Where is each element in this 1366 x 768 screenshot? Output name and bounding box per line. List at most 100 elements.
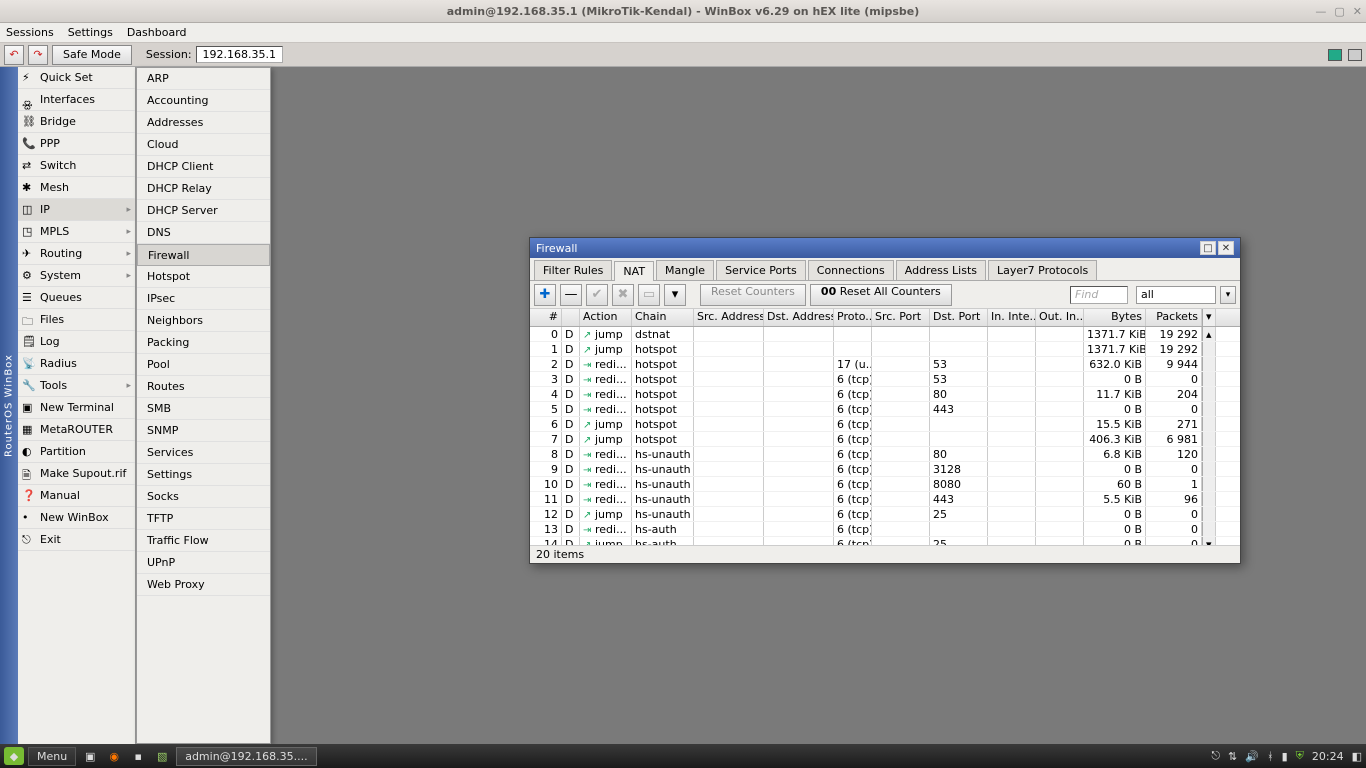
column-header[interactable]: Dst. Port [930,309,988,326]
submenu-item-upnp[interactable]: UPnP [137,552,270,574]
tab-service-ports[interactable]: Service Ports [716,260,806,280]
tab-layer7-protocols[interactable]: Layer7 Protocols [988,260,1097,280]
column-header[interactable]: # [530,309,562,326]
sidebar-item-exit[interactable]: ⎋Exit [18,529,135,551]
column-header[interactable]: Chain [632,309,694,326]
submenu-item-dhcp-server[interactable]: DHCP Server [137,200,270,222]
volume-icon[interactable]: 🔊 [1245,750,1259,763]
table-row[interactable]: 3D⇥redi...hotspot6 (tcp)530 B0 [530,372,1240,387]
column-header[interactable]: Src. Address [694,309,764,326]
submenu-item-accounting[interactable]: Accounting [137,90,270,112]
submenu-item-routes[interactable]: Routes [137,376,270,398]
submenu-item-packing[interactable]: Packing [137,332,270,354]
tab-mangle[interactable]: Mangle [656,260,714,280]
tab-nat[interactable]: NAT [614,261,654,281]
sidebar-item-manual[interactable]: ❓Manual [18,485,135,507]
sidebar-item-ip[interactable]: ◫IP▸ [18,199,135,221]
table-row[interactable]: 1D↗jumphotspot1371.7 KiB19 292 [530,342,1240,357]
child-close-icon[interactable]: ✕ [1218,241,1234,255]
network-icon[interactable]: ⇅ [1228,750,1237,763]
tab-connections[interactable]: Connections [808,260,894,280]
filter-button[interactable]: ▾ [664,284,686,306]
submenu-item-smb[interactable]: SMB [137,398,270,420]
column-header[interactable]: Proto.. [834,309,872,326]
sidebar-item-new-winbox[interactable]: •New WinBox [18,507,135,529]
column-header[interactable]: Src. Port [872,309,930,326]
tray-icon[interactable]: ⎋ [1211,749,1220,763]
column-header[interactable]: In. Inte.. [988,309,1036,326]
sidebar-item-mpls[interactable]: ◳MPLS▸ [18,221,135,243]
submenu-item-settings[interactable]: Settings [137,464,270,486]
table-row[interactable]: 12D↗jumphs-unauth6 (tcp)250 B0 [530,507,1240,522]
files-icon[interactable]: ▧ [152,747,172,765]
sidebar-item-partition[interactable]: ◐Partition [18,441,135,463]
sidebar-item-quick-set[interactable]: ⚡Quick Set [18,67,135,89]
firefox-icon[interactable]: ◉ [104,747,124,765]
column-header[interactable]: Out. In.. [1036,309,1084,326]
filter-combo[interactable]: all [1136,286,1216,304]
submenu-item-socks[interactable]: Socks [137,486,270,508]
menu-sessions[interactable]: Sessions [6,26,54,39]
table-row[interactable]: 9D⇥redi...hs-unauth6 (tcp)31280 B0 [530,462,1240,477]
child-maximize-icon[interactable]: □ [1200,241,1216,255]
table-row[interactable]: 13D⇥redi...hs-auth6 (tcp)0 B0 [530,522,1240,537]
sidebar-item-ppp[interactable]: 📞PPP [18,133,135,155]
sidebar-item-make-supout-rif[interactable]: 🗎Make Supout.rif [18,463,135,485]
table-row[interactable]: 4D⇥redi...hotspot6 (tcp)8011.7 KiB204 [530,387,1240,402]
disable-button[interactable]: ✖ [612,284,634,306]
enable-button[interactable]: ✔ [586,284,608,306]
sidebar-item-mesh[interactable]: ✱Mesh [18,177,135,199]
table-row[interactable]: 7D↗jumphotspot6 (tcp)406.3 KiB6 981 [530,432,1240,447]
scroll-down-icon[interactable]: ▾ [1202,537,1216,545]
sidebar-item-bridge[interactable]: ⛓Bridge [18,111,135,133]
table-row[interactable]: 8D⇥redi...hs-unauth6 (tcp)806.8 KiB120 [530,447,1240,462]
taskbar-task[interactable]: admin@192.168.35.... [176,747,316,766]
redo-button[interactable]: ↷ [28,45,48,65]
tab-address-lists[interactable]: Address Lists [896,260,986,280]
sidebar-item-routing[interactable]: ✈Routing▸ [18,243,135,265]
reset-all-counters-button[interactable]: 00 Reset All Counters [810,284,952,306]
submenu-item-arp[interactable]: ARP [137,68,270,90]
sidebar-item-log[interactable]: 🗒Log [18,331,135,353]
submenu-item-traffic-flow[interactable]: Traffic Flow [137,530,270,552]
sidebar-item-radius[interactable]: 📡Radius [18,353,135,375]
sidebar-item-interfaces[interactable]: 🝮Interfaces [18,89,135,111]
tab-filter-rules[interactable]: Filter Rules [534,260,612,280]
column-header[interactable]: Bytes [1084,309,1146,326]
submenu-item-addresses[interactable]: Addresses [137,112,270,134]
scroll-up-icon[interactable]: ▴ [1202,327,1216,341]
submenu-item-cloud[interactable]: Cloud [137,134,270,156]
firewall-titlebar[interactable]: Firewall □ ✕ [530,238,1240,258]
table-row[interactable]: 11D⇥redi...hs-unauth6 (tcp)4435.5 KiB96 [530,492,1240,507]
add-button[interactable]: ✚ [534,284,556,306]
bluetooth-icon[interactable]: ᚼ [1267,750,1274,763]
maximize-icon[interactable]: ▢ [1334,5,1344,18]
reset-counters-button[interactable]: Reset Counters [700,284,806,306]
battery-icon[interactable]: ▮ [1282,750,1288,763]
filter-combo-drop-icon[interactable]: ▾ [1220,286,1236,304]
table-row[interactable]: 14D↗jumphs-auth6 (tcp)250 B0▾ [530,537,1240,545]
sidebar-item-files[interactable]: 🗀Files [18,309,135,331]
clock[interactable]: 20:24 [1312,750,1344,763]
column-header[interactable]: Packets [1146,309,1202,326]
sidebar-item-switch[interactable]: ⇄Switch [18,155,135,177]
submenu-item-firewall[interactable]: Firewall [137,244,270,266]
submenu-item-pool[interactable]: Pool [137,354,270,376]
sidebar-item-new-terminal[interactable]: ▣New Terminal [18,397,135,419]
menu-button[interactable]: Menu [28,747,76,766]
close-icon[interactable]: ✕ [1353,5,1362,18]
submenu-item-dns[interactable]: DNS [137,222,270,244]
sidebar-item-metarouter[interactable]: ▦MetaROUTER [18,419,135,441]
table-row[interactable]: 6D↗jumphotspot6 (tcp)15.5 KiB271 [530,417,1240,432]
submenu-item-dhcp-relay[interactable]: DHCP Relay [137,178,270,200]
column-header[interactable]: Action [580,309,632,326]
sidebar-item-queues[interactable]: ☰Queues [18,287,135,309]
submenu-item-tftp[interactable]: TFTP [137,508,270,530]
table-row[interactable]: 0D↗jumpdstnat1371.7 KiB19 292▴ [530,327,1240,342]
remove-button[interactable]: — [560,284,582,306]
comment-button[interactable]: ▭ [638,284,660,306]
submenu-item-snmp[interactable]: SNMP [137,420,270,442]
submenu-item-web-proxy[interactable]: Web Proxy [137,574,270,596]
shield-icon[interactable]: ⛨ [1296,749,1304,763]
table-row[interactable]: 2D⇥redi...hotspot17 (u..53632.0 KiB9 944 [530,357,1240,372]
